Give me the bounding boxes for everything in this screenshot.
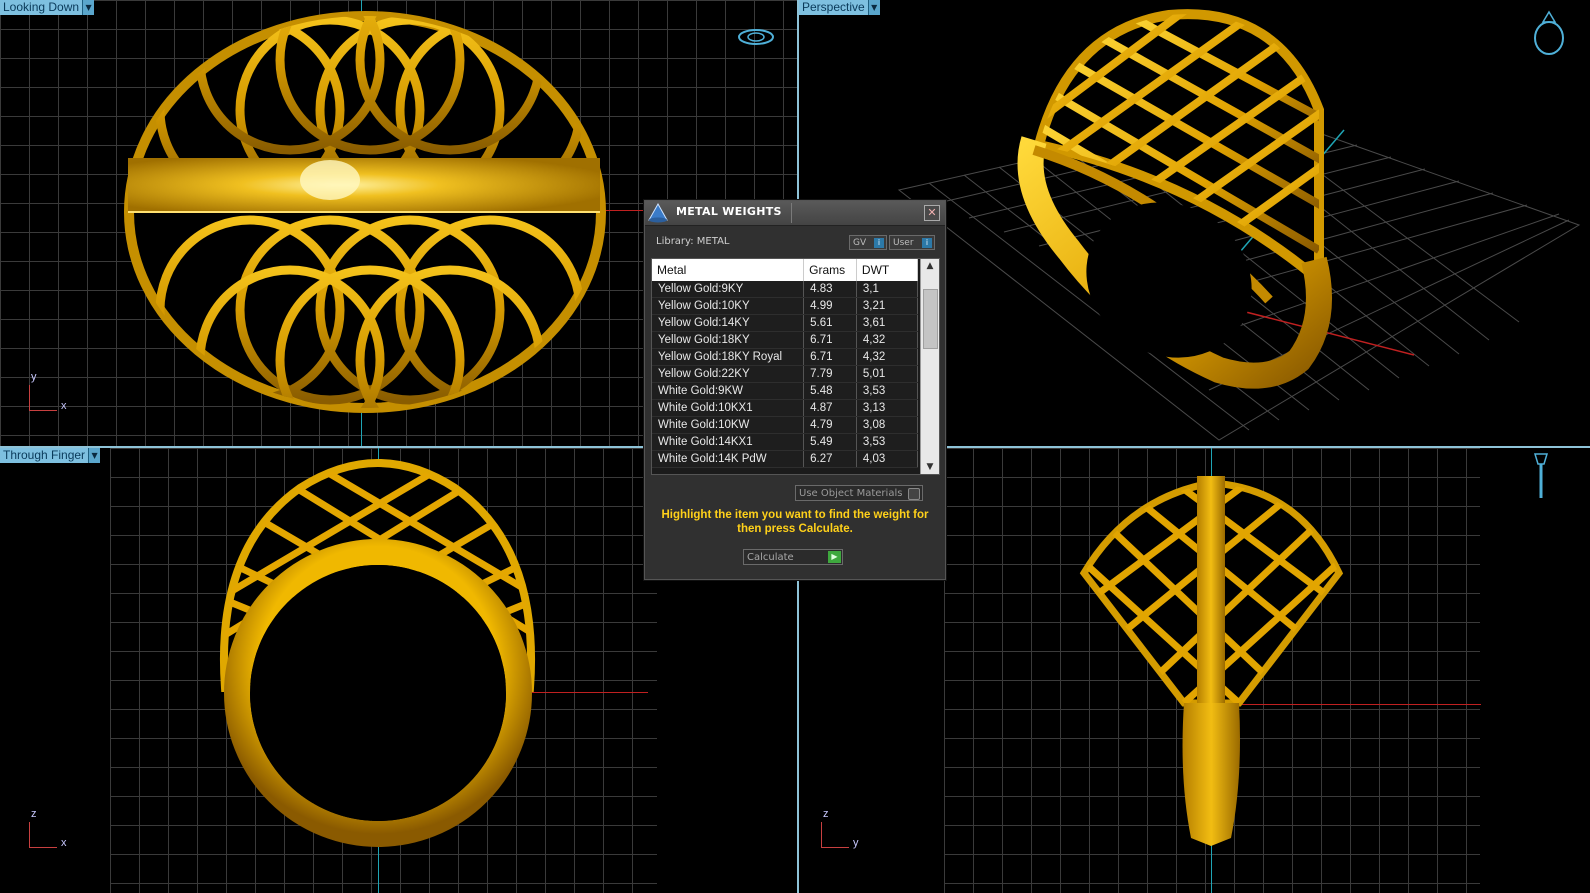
table-row[interactable]: Yellow Gold:18KY 6.71 4,32 (652, 331, 919, 349)
table-row[interactable]: White Gold:10KW 4.79 3,08 (652, 416, 919, 434)
dwt-cell: 3,21 (856, 297, 919, 315)
chevron-down-icon[interactable]: ▼ (867, 0, 880, 15)
table-row[interactable]: Yellow Gold:9KY 4.83 3,1 (652, 281, 919, 298)
grams-cell: 5.49 (803, 433, 857, 451)
grams-cell: 4.99 (803, 297, 857, 315)
grams-cell: 6.27 (803, 450, 857, 468)
dwt-cell: 4,32 (856, 331, 919, 349)
scrollbar-thumb[interactable] (923, 289, 938, 349)
gv-toggle-label: GV (853, 238, 867, 248)
table-row[interactable]: Yellow Gold:10KY 4.99 3,21 (652, 297, 919, 315)
user-toggle-label: User (893, 238, 914, 248)
chevron-down-icon[interactable]: ▼ (921, 460, 939, 474)
dwt-cell: 3,53 (856, 382, 919, 400)
axis-gizmo: z x (29, 808, 67, 849)
dwt-cell: 4,03 (856, 450, 919, 468)
axis-gizmo: z y (821, 808, 859, 849)
metal-cell: White Gold:14KX1 (652, 433, 805, 451)
viewport-label-through-finger[interactable]: Through Finger ▼ (0, 448, 101, 463)
table-row[interactable]: Yellow Gold:22KY 7.79 5,01 (652, 365, 919, 383)
grams-cell: 4.83 (803, 281, 857, 298)
dwt-cell: 3,1 (856, 281, 919, 298)
dialog-title-bar[interactable]: METAL WEIGHTS ✕ (645, 201, 945, 226)
metal-cell: Yellow Gold:14KY (652, 314, 805, 332)
grams-cell: 5.48 (803, 382, 857, 400)
grams-cell: 6.71 (803, 331, 857, 349)
dwt-cell: 4,32 (856, 348, 919, 366)
metal-cell: White Gold:10KW (652, 416, 805, 434)
play-icon: ▶ (828, 551, 841, 563)
table-row[interactable]: White Gold:14K PdW 6.27 4,03 (652, 450, 919, 468)
calculate-label: Calculate (747, 552, 794, 563)
metal-cell: Yellow Gold:18KY (652, 331, 805, 349)
user-toggle[interactable]: User i (889, 235, 935, 250)
cone-logo-icon (648, 203, 668, 223)
axis-gizmo: y x (29, 371, 67, 412)
use-object-materials-toggle[interactable]: Use Object Materials (795, 485, 923, 501)
grams-cell: 4.79 (803, 416, 857, 434)
ring-orientation-icon[interactable] (736, 27, 776, 47)
use-object-materials-label: Use Object Materials (799, 488, 903, 499)
dwt-cell: 3,61 (856, 314, 919, 332)
grams-cell: 5.61 (803, 314, 857, 332)
metal-cell: Yellow Gold:18KY Royal (652, 348, 805, 366)
grams-cell: 4.87 (803, 399, 857, 417)
viewport-label-text: Perspective (799, 0, 868, 15)
grams-cell: 6.71 (803, 348, 857, 366)
column-header-dwt[interactable]: DWT (856, 259, 919, 281)
close-icon[interactable]: ✕ (924, 205, 940, 221)
dwt-cell: 3,13 (856, 399, 919, 417)
viewport-label-looking-down[interactable]: Looking Down ▼ (0, 0, 95, 15)
metal-weights-table[interactable]: Metal Grams DWT Yellow Gold:9KY 4.83 3,1 Y… (651, 258, 940, 475)
metal-cell: Yellow Gold:22KY (652, 365, 805, 383)
column-header-metal[interactable]: Metal (652, 259, 805, 281)
table-row[interactable]: White Gold:9KW 5.48 3,53 (652, 382, 919, 400)
viewport-label-text: Through Finger (0, 448, 89, 463)
calculate-button[interactable]: Calculate ▶ (743, 549, 843, 565)
dialog-title: METAL WEIGHTS (676, 205, 782, 218)
metal-weights-dialog[interactable]: METAL WEIGHTS ✕ Library: METAL GV i User… (644, 200, 946, 580)
table-row[interactable]: Yellow Gold:18KY Royal 6.71 4,32 (652, 348, 919, 366)
title-separator (791, 203, 792, 223)
table-scrollbar[interactable]: ▲ ▼ (920, 259, 939, 474)
grams-cell: 7.79 (803, 365, 857, 383)
metal-cell: White Gold:14K PdW (652, 450, 805, 468)
info-icon: i (922, 238, 932, 248)
table-row[interactable]: White Gold:10KX1 4.87 3,13 (652, 399, 919, 417)
metal-cell: White Gold:9KW (652, 382, 805, 400)
viewport-label-perspective[interactable]: Perspective ▼ (799, 0, 880, 15)
table-row[interactable]: Yellow Gold:14KY 5.61 3,61 (652, 314, 919, 332)
metal-cell: Yellow Gold:10KY (652, 297, 805, 315)
chevron-down-icon[interactable]: ▼ (88, 448, 101, 463)
column-header-grams[interactable]: Grams (803, 259, 857, 281)
instruction-text: Highlight the item you want to find the … (661, 509, 929, 535)
metal-cell: Yellow Gold:9KY (652, 281, 805, 298)
info-icon: i (874, 238, 884, 248)
dwt-cell: 5,01 (856, 365, 919, 383)
chevron-down-icon[interactable]: ▼ (82, 0, 95, 15)
viewport-label-text: Looking Down (0, 0, 83, 15)
gv-toggle[interactable]: GV i (849, 235, 887, 250)
ring-side-orientation-icon[interactable] (1529, 8, 1569, 58)
chevron-up-icon[interactable]: ▲ (921, 259, 939, 273)
dwt-cell: 3,53 (856, 433, 919, 451)
toggle-indicator-icon (908, 488, 920, 500)
ring-side-orientation-icon[interactable] (1529, 450, 1553, 504)
metal-cell: White Gold:10KX1 (652, 399, 805, 417)
dwt-cell: 3,08 (856, 416, 919, 434)
table-row[interactable]: White Gold:14KX1 5.49 3,53 (652, 433, 919, 451)
library-label: Library: METAL (656, 236, 730, 247)
